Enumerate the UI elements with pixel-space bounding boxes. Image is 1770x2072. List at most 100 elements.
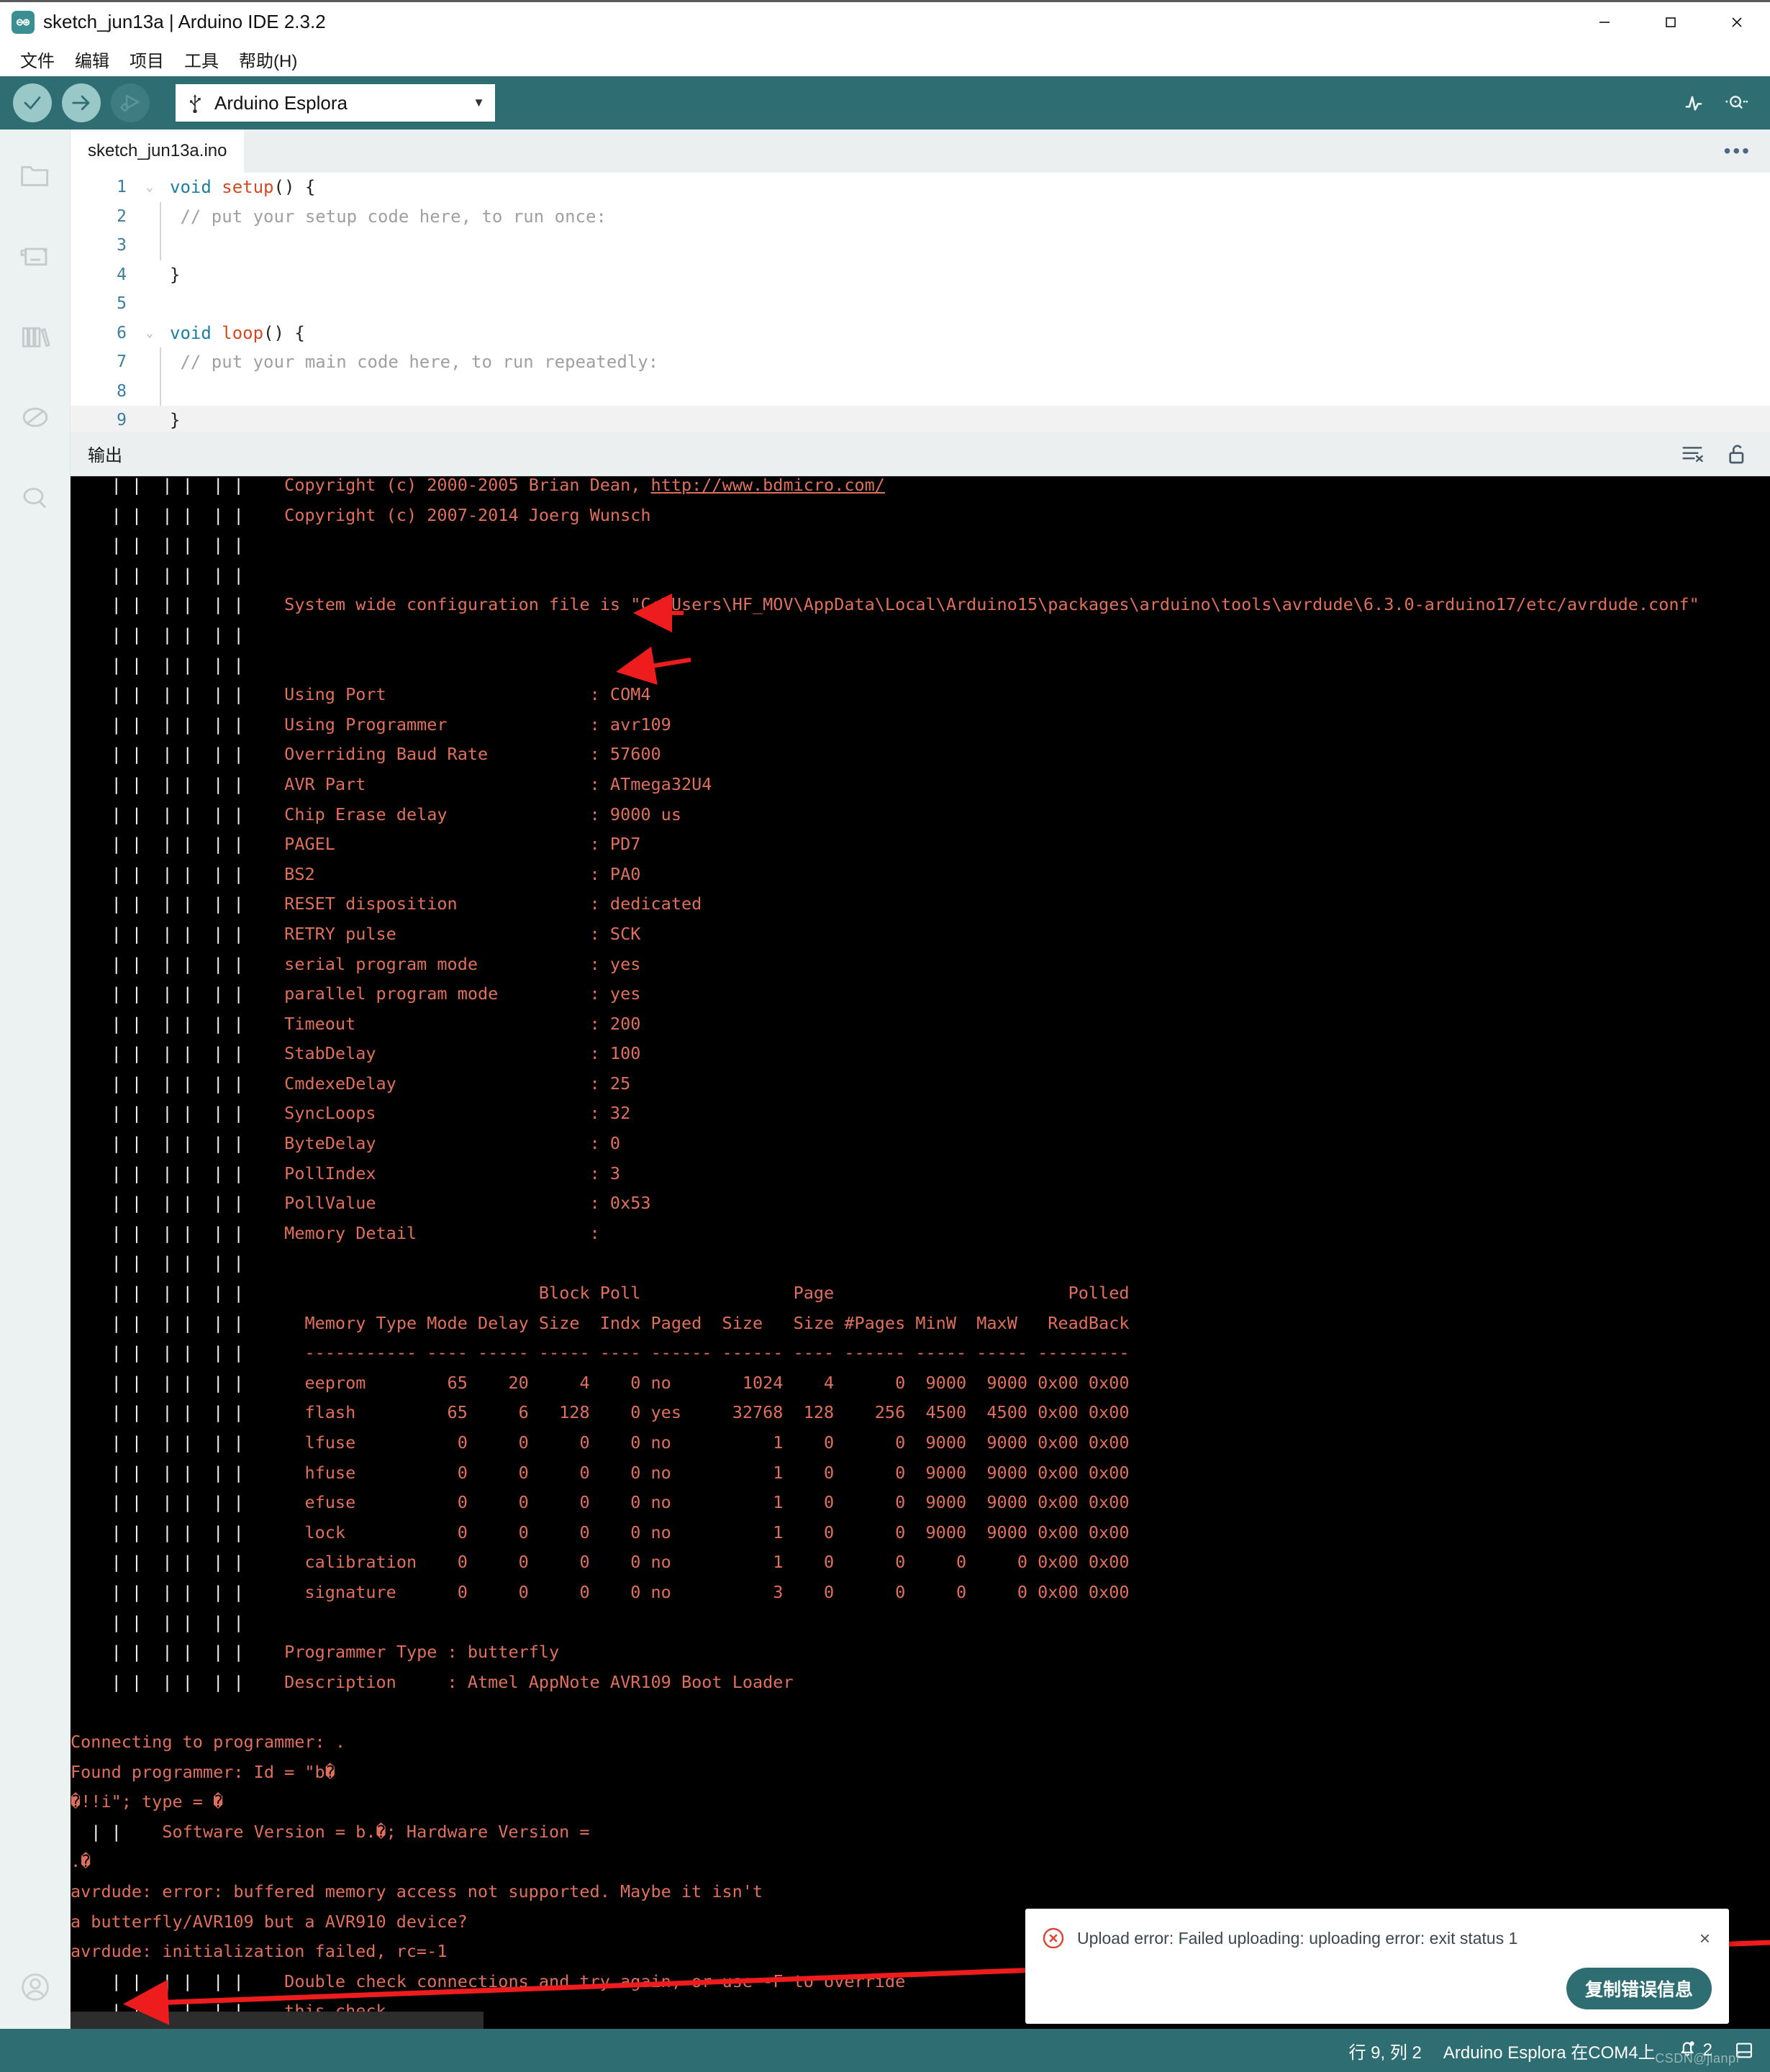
menu-file[interactable]: 文件	[10, 44, 65, 75]
toast-close-icon[interactable]: ×	[1697, 1929, 1713, 1948]
search-icon	[19, 483, 51, 516]
chevron-down-icon: ▼	[473, 96, 485, 109]
sidebar-item-library-manager[interactable]	[0, 298, 71, 378]
indent-guide	[160, 289, 167, 319]
sidebar-item-debug[interactable]	[0, 378, 71, 459]
menu-bar: 文件 编辑 项目 工具 帮助(H)	[0, 42, 1770, 76]
menu-help[interactable]: 帮助(H)	[229, 44, 307, 75]
console-scrollbar-thumb[interactable]	[71, 2012, 484, 2029]
serial-plotter-icon[interactable]	[1675, 83, 1715, 123]
books-icon	[19, 322, 51, 355]
console-line: | | Software Version = b.�; Hardware Ver…	[91, 1821, 590, 1842]
code-editor[interactable]: 1 ⌄ void setup() {2 // put your setup code…	[71, 173, 1770, 432]
copy-error-button[interactable]: 复制错误信息	[1566, 1968, 1712, 2009]
tab-sketch-file[interactable]: sketch_jun13a.ino	[71, 130, 245, 173]
console-line: | | | | | | lfuse 0 0 0 0 no 1 0 0 9000 …	[111, 1432, 1130, 1453]
console-line: | | | | | | Copyright (c) 2007-2014 Joer…	[111, 504, 651, 525]
cursor-position: 行 9, 列 2	[1348, 2043, 1422, 2063]
sidebar-item-account[interactable]	[0, 1948, 71, 2029]
line-number: 7	[117, 353, 127, 371]
title-bar: sketch_jun13a | Arduino IDE 2.3.2	[0, 0, 1770, 42]
debug-button[interactable]	[111, 83, 150, 122]
board-name-label: Arduino Esplora	[214, 91, 348, 114]
maximize-button[interactable]	[1638, 1, 1704, 43]
upload-error-toast: Upload error: Failed uploading: uploadin…	[1025, 1909, 1729, 2024]
indent-guide	[160, 201, 167, 231]
window-controls	[1571, 1, 1770, 43]
code-line: 4}	[71, 260, 1770, 290]
toast-header-row: Upload error: Failed uploading: uploadin…	[1025, 1909, 1729, 1950]
console-line: | | | | | |	[111, 564, 244, 585]
sidebar-item-sketchbook[interactable]	[0, 137, 71, 217]
console-line: | | | | | | Memory Detail :	[111, 1222, 600, 1243]
editor-more-menu-icon[interactable]: •••	[1724, 130, 1751, 173]
console-line: Found programmer: Id = "b�	[71, 1761, 335, 1782]
menu-sketch[interactable]: 项目	[119, 44, 174, 75]
code-line: 2 // put your setup code here, to run on…	[71, 201, 1770, 231]
console-line: | | | | | |	[111, 654, 244, 675]
code-line: 9}	[71, 406, 1770, 432]
console-line: | | | | | | lock 0 0 0 0 no 1 0 0 9000 9…	[111, 1522, 1130, 1542]
fold-chevron-icon[interactable]: ⌄	[140, 319, 160, 348]
clear-output-icon[interactable]	[1676, 438, 1708, 470]
console-line: avrdude: error: buffered memory access n…	[71, 1881, 763, 1901]
editor-area: sketch_jun13a.ino ••• 1 ⌄ void setup() {2 …	[71, 130, 1770, 432]
console-line: | | | | | | CmdexeDelay : 25	[111, 1073, 631, 1094]
line-number: 8	[117, 381, 127, 401]
editor-tab-bar: sketch_jun13a.ino •••	[71, 130, 1770, 173]
sidebar-item-search[interactable]	[0, 459, 71, 540]
indent-guide	[160, 406, 167, 432]
toolbar-right-icons	[1675, 83, 1770, 123]
line-number: 2	[117, 206, 127, 226]
output-panel-header: 输出	[71, 432, 1770, 476]
indent-guide	[160, 173, 167, 202]
code-text: // put your setup code here, to run once…	[170, 206, 607, 227]
fold-chevron-icon[interactable]: ⌄	[140, 173, 160, 202]
board-chip-icon	[19, 242, 51, 274]
error-circle-icon	[1041, 1926, 1066, 1950]
board-selector[interactable]: Arduino Esplora ▼	[176, 84, 495, 122]
line-number: 3	[117, 236, 127, 255]
menu-tools[interactable]: 工具	[174, 44, 229, 75]
verify-button[interactable]	[13, 83, 52, 122]
console-line: | | | | | |	[111, 1253, 244, 1273]
minimize-button[interactable]	[1571, 1, 1638, 43]
console-line: �!!i"; type = �	[71, 1791, 224, 1812]
console-line: | | | | | | Chip Erase delay : 9000 us	[111, 804, 681, 824]
upload-button[interactable]	[62, 83, 101, 122]
indent-guide	[160, 260, 167, 290]
code-line: 3	[71, 231, 1770, 260]
menu-edit[interactable]: 编辑	[65, 44, 119, 75]
output-panel: 输出 | | | | | | Copyright (c) 2000-2005 B…	[71, 432, 1770, 2029]
status-bar: 行 9, 列 2 Arduino Esplora 在COM4上 2 CSDN@j…	[0, 2029, 1770, 2072]
console-line: | | | | | | RESET disposition : dedicate…	[111, 894, 702, 914]
console-line: | | | | | | PAGEL : PD7	[111, 834, 641, 855]
code-line: 5	[71, 289, 1770, 319]
main-toolbar: Arduino Esplora ▼	[0, 76, 1770, 130]
line-number: 4	[117, 265, 127, 284]
console-line: | | | | | | Using Port : COM4	[111, 684, 651, 705]
console-output[interactable]: | | | | | | Copyright (c) 2000-2005 Bria…	[71, 476, 1770, 2029]
code-line: 6 ⌄ void loop() {	[71, 319, 1770, 348]
console-line: | | | | | | RETRY pulse : SCK	[111, 923, 641, 944]
console-line: | | | | | | calibration 0 0 0 0 no 1 0 0…	[111, 1552, 1130, 1573]
close-button[interactable]	[1704, 1, 1770, 43]
indent-guide	[160, 376, 167, 406]
debug-blocked-icon	[19, 403, 51, 435]
indent-guide	[160, 319, 167, 348]
console-line: | | | | | |	[111, 624, 244, 645]
autoscroll-unlock-icon[interactable]	[1721, 438, 1753, 470]
serial-monitor-icon[interactable]	[1715, 83, 1756, 123]
console-line: | | | | | | flash 65 6 128 0 yes 32768 1…	[111, 1402, 1130, 1423]
console-line: | | | | | | ----------- ---- ----- -----…	[111, 1342, 1130, 1363]
arduino-ide-window: sketch_jun13a | Arduino IDE 2.3.2 文件 编辑 …	[0, 0, 1770, 2072]
console-line: | | | | | |	[111, 535, 244, 555]
window-title: sketch_jun13a | Arduino IDE 2.3.2	[43, 11, 326, 32]
code-text: // put your main code here, to run repea…	[170, 352, 659, 372]
console-line: | | | | | | ByteDelay : 0	[111, 1133, 621, 1154]
console-line: | | | | | | Memory Type Mode Delay Size …	[111, 1312, 1130, 1333]
console-line: | | | | | | Programmer Type : butterfly	[111, 1642, 560, 1663]
console-line: | | | | | | AVR Part : ATmega32U4	[111, 773, 712, 794]
code-text: void setup() {	[170, 177, 316, 197]
sidebar-item-boards-manager[interactable]	[0, 217, 71, 298]
